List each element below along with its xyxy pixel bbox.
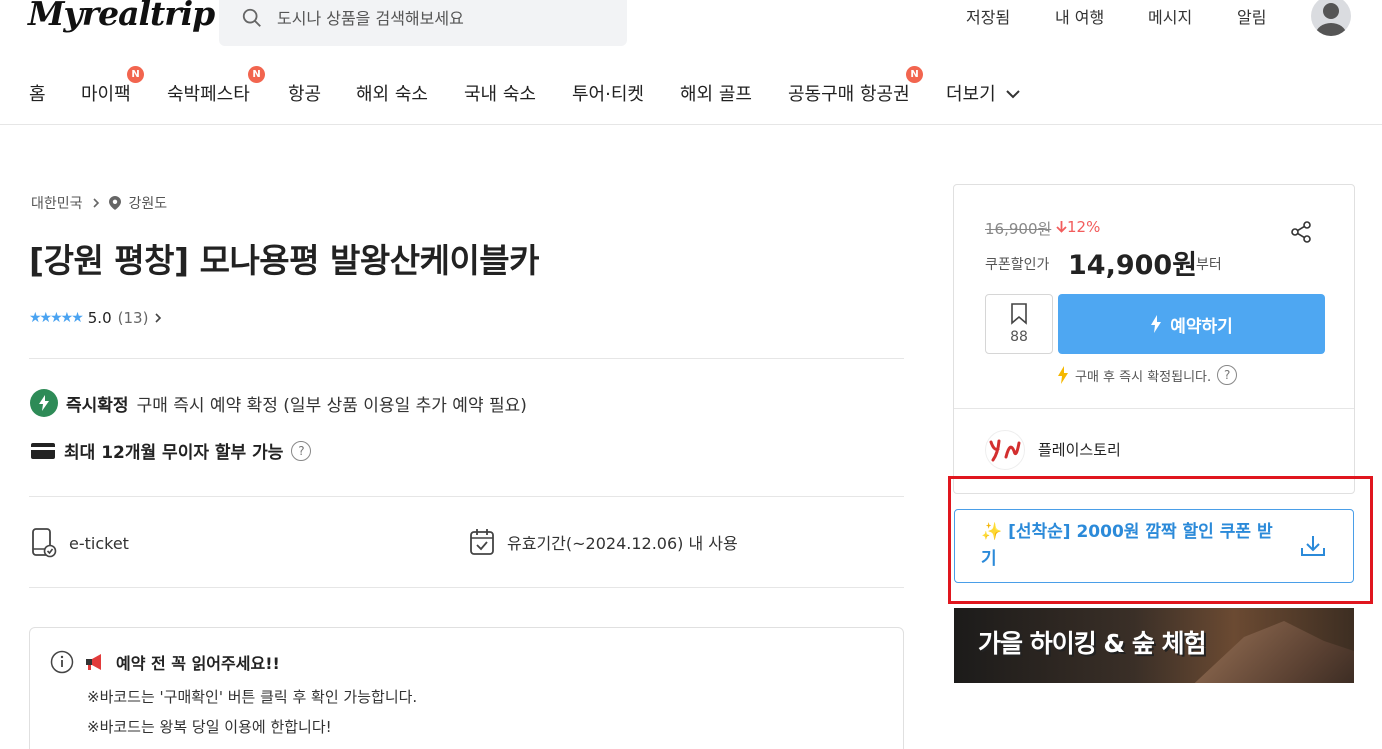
cat-overseas-golf[interactable]: 해외 골프 [680,80,752,106]
review-count: (13) [117,309,149,327]
notice-line: ※바코드는 '구매확인' 버튼 클릭 후 확인 가능합니다. [87,688,418,706]
validity-label: 유효기간(~2024.12.06) 내 사용 [507,534,738,553]
cat-more-label: 더보기 [946,84,996,105]
installment-info: 최대 12개월 무이자 할부 가능 ? [30,438,312,463]
new-badge: N [127,66,144,83]
page-title: [강원 평창] 모나용평 발왕산케이블카 [29,241,540,280]
share-button[interactable] [1289,220,1313,248]
nav-saved[interactable]: 저장됨 [966,4,1010,28]
download-icon [1300,534,1326,562]
breadcrumb-country[interactable]: 대한민국 [31,193,83,213]
cat-tour-ticket[interactable]: 투어·티켓 [572,80,644,106]
validity-period: 유효기간(~2024.12.06) 내 사용 [469,528,738,556]
wishlist-count: 88 [1010,329,1028,345]
discount-rate: 12% [1056,218,1100,236]
star-rating-icon: ★★★★★ [29,310,84,326]
rating-value: 5.0 [87,309,112,327]
ticket-type-label: e-ticket [69,533,129,553]
share-icon [1291,221,1311,243]
avatar[interactable] [1311,0,1351,36]
notice-title: 예약 전 꼭 읽어주세요!! [116,654,280,673]
sale-price: 14,900원 [1068,250,1198,281]
coupon-text: ✨ [선착순] 2000원 깜짝 할인 쿠폰 받기 [981,519,1281,573]
ticket-type: e-ticket [31,528,129,558]
arrow-down-icon [1056,221,1067,233]
cat-overseas-stay[interactable]: 해외 숙소 [356,80,428,106]
seller-logo-icon [989,439,1021,462]
mobile-ticket-icon [32,528,57,558]
info-icon [50,650,74,674]
bolt-icon [1058,366,1068,384]
price-from-label: 부터 [1196,257,1222,273]
instant-confirm: 즉시확정 구매 즉시 예약 확정 (일부 상품 이용일 추가 예약 필요) [30,389,527,417]
chevron-right-icon [92,198,99,208]
cat-flights[interactable]: 항공 [288,80,321,106]
cat-home[interactable]: 홈 [29,80,46,106]
chevron-right-icon [155,313,162,323]
book-button[interactable]: 예약하기 [1058,294,1325,354]
credit-card-icon [31,442,55,459]
search-icon [242,8,261,27]
mountain-image [1184,621,1354,683]
discount-value: 12% [1067,218,1101,236]
promo-banner[interactable]: 가을 하이킹 & 숲 체험 [954,608,1354,683]
notice-header: 예약 전 꼭 읽어주세요!! [50,650,280,674]
divider [954,408,1354,409]
instant-confirm-desc: 구매 즉시 예약 확정 (일부 상품 이용일 추가 예약 필요) [136,395,527,416]
search-input[interactable] [277,8,597,28]
notice-line: ※바코드는 왕복 당일 이용에 한합니다! [87,718,332,736]
new-badge: N [906,66,923,83]
cat-domestic-stay[interactable]: 국내 숙소 [464,80,536,106]
coupon-price-label: 쿠폰할인가 [985,257,1050,273]
bookmark-icon [1011,303,1027,325]
rating-summary[interactable]: ★★★★★ 5.0 (13) [29,309,162,327]
banner-text: 가을 하이킹 & 숲 체험 [978,629,1207,658]
wishlist-button[interactable]: 88 [985,294,1053,354]
coupon-label: [선착순] 2000원 깜짝 할인 쿠폰 받기 [981,522,1273,569]
cat-group-flights[interactable]: 공동구매 항공권 [788,80,910,106]
help-icon[interactable]: ? [1217,365,1238,385]
confirm-text: 구매 후 즉시 확정됩니다. [1075,369,1212,385]
cat-more[interactable]: 더보기 [946,80,1021,106]
price-card: 16,900원 12% 쿠폰할인가 14,900원 부터 88 예약하기 구매 … [953,184,1355,494]
myrealtrip-logo[interactable]: Myrealtrip [28,0,215,33]
breadcrumb-region[interactable]: 강원도 [129,193,168,213]
original-price: 16,900원 [985,220,1052,238]
calendar-check-icon [470,529,494,555]
bolt-icon [1151,315,1162,333]
chevron-down-icon [1006,90,1021,99]
divider [29,587,904,588]
divider [29,496,904,497]
instant-confirm-label: 즉시확정 [66,395,129,416]
cat-stay-festa[interactable]: 숙박페스타 [167,80,250,106]
installment-label: 최대 12개월 무이자 할부 가능 [64,443,284,463]
category-bar: 홈 마이팩 N 숙박페스타 N 항공 해외 숙소 국내 숙소 투어·티켓 해외 … [0,60,1382,125]
location-pin-icon [108,196,121,210]
nav-messages[interactable]: 메시지 [1148,4,1192,28]
coupon-download-button[interactable]: ✨ [선착순] 2000원 깜짝 할인 쿠폰 받기 [954,509,1354,583]
cat-mypack[interactable]: 마이팩 [81,80,131,106]
user-icon [1316,3,1346,36]
seller-name[interactable]: 플레이스토리 [1038,439,1121,460]
megaphone-icon [86,654,101,670]
confirm-notice: 구매 후 즉시 확정됩니다. ? [1057,365,1238,385]
nav-my-trips[interactable]: 내 여행 [1055,4,1104,28]
seller-logo[interactable] [985,430,1025,470]
new-badge: N [248,66,265,83]
nav-notifications[interactable]: 알림 [1237,4,1266,28]
bolt-icon [30,389,58,417]
sparkle-icon: ✨ [981,522,1003,542]
book-button-label: 예약하기 [1170,316,1233,336]
notice-box: 예약 전 꼭 읽어주세요!! ※바코드는 '구매확인' 버튼 클릭 후 확인 가… [29,627,904,749]
help-icon[interactable]: ? [291,440,312,461]
search-bar[interactable] [219,0,627,46]
breadcrumb: 대한민국 강원도 [31,193,167,213]
divider [29,358,904,359]
